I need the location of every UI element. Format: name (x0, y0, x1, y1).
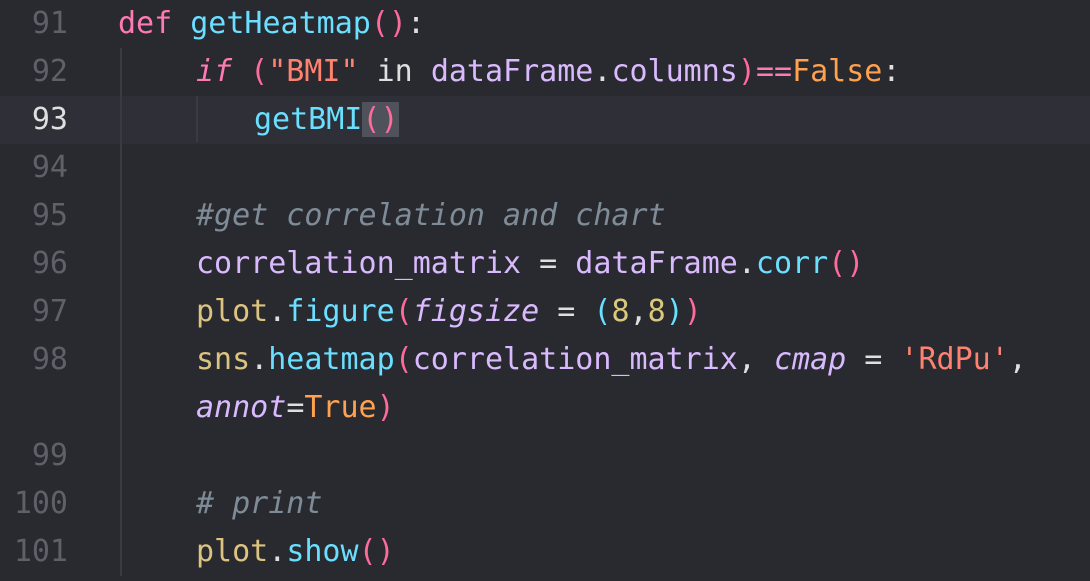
code-line[interactable]: 92 if ("BMI" in dataFrame.columns)==Fals… (0, 48, 1090, 96)
code-line[interactable]: 100 # print (0, 480, 1090, 528)
line-number: 99 (31, 438, 68, 473)
paren-token: ) (737, 54, 756, 89)
identifier-token: columns (611, 54, 738, 89)
wrapped-code-line[interactable]: annot=True) (0, 384, 1090, 432)
paren-token: () (828, 246, 865, 281)
identifier-token: plot (196, 534, 269, 569)
code-text[interactable]: annot=True) (196, 386, 395, 430)
boolean-token: True (304, 390, 377, 425)
code-text[interactable]: # print (196, 482, 322, 526)
identifier-token: correlation_matrix (196, 246, 522, 281)
operator-token: == (755, 54, 793, 89)
code-text[interactable]: #get correlation and chart (196, 194, 666, 238)
code-text[interactable]: def getHeatmap(): (118, 2, 425, 46)
code-text[interactable]: getBMI() (254, 98, 399, 142)
indent-guide (120, 48, 122, 576)
line-number: 97 (31, 294, 68, 329)
parameter-token: cmap (773, 342, 847, 377)
code-line[interactable]: 91 def getHeatmap(): (0, 0, 1090, 48)
function-call-token: figure (286, 294, 395, 329)
matched-paren-token: ) (380, 102, 399, 137)
boolean-token: False (792, 54, 883, 89)
function-call-token: corr (755, 246, 829, 281)
paren-token: ) (683, 294, 702, 329)
paren-token: ( (394, 294, 413, 329)
code-text[interactable]: correlation_matrix = dataFrame.corr() (196, 242, 864, 286)
paren-token: ( (394, 342, 413, 377)
current-code-line[interactable]: 93 getBMI() (0, 96, 1090, 144)
line-number: 94 (31, 150, 68, 185)
paren-token: ) (376, 390, 395, 425)
identifier-token: correlation_matrix (412, 342, 738, 377)
line-number: 96 (31, 246, 68, 281)
paren-token: () (358, 534, 395, 569)
paren-token: ( (593, 294, 612, 329)
comment-token: #get correlation and chart (196, 198, 666, 233)
code-editor[interactable]: 91 def getHeatmap(): 92 if ("BMI" in dat… (0, 0, 1090, 581)
function-call-token: heatmap (268, 342, 395, 377)
line-number: 92 (31, 54, 68, 89)
line-number: 91 (31, 6, 68, 41)
paren-token: ) (665, 294, 684, 329)
indent-guide (196, 96, 198, 142)
function-call-token: getBMI (254, 102, 363, 137)
code-line[interactable]: 97 plot.figure(figsize = (8,8)) (0, 288, 1090, 336)
operator-token: = (286, 390, 305, 425)
identifier-token: dataFrame (430, 54, 594, 89)
code-line[interactable]: 94 (0, 144, 1090, 192)
line-number: 100 (13, 486, 68, 521)
code-line[interactable]: 99 (0, 432, 1090, 480)
number-token: 8 (611, 294, 630, 329)
colon-token: : (407, 6, 426, 41)
parameter-token: figsize (412, 294, 540, 329)
comment-token: # print (196, 486, 323, 521)
identifier-token: dataFrame (575, 246, 738, 281)
code-text[interactable]: sns.heatmap(correlation_matrix, cmap = '… (196, 338, 1027, 382)
line-number: 101 (13, 534, 68, 569)
operator-token: = (846, 342, 901, 377)
paren-token: () (370, 6, 407, 41)
string-token: "BMI" (268, 54, 359, 89)
matched-paren-token: ( (362, 102, 381, 137)
keyword-token: def (118, 6, 173, 41)
code-text[interactable]: plot.show() (196, 530, 395, 574)
code-line[interactable]: 98 sns.heatmap(correlation_matrix, cmap … (0, 336, 1090, 384)
code-line[interactable]: 95 #get correlation and chart (0, 192, 1090, 240)
string-token: 'RdPu' (900, 342, 1009, 377)
code-text[interactable]: if ("BMI" in dataFrame.columns)==False: (196, 50, 900, 94)
parameter-token: annot (196, 390, 287, 425)
keyword-token: if (196, 54, 233, 89)
number-token: 8 (647, 294, 666, 329)
line-number: 93 (31, 102, 68, 137)
line-number: 95 (31, 198, 68, 233)
function-call-token: show (286, 534, 359, 569)
line-number: 98 (31, 342, 68, 377)
operator-token: = (539, 294, 594, 329)
operator-token: = (521, 246, 576, 281)
identifier-token: sns (196, 342, 251, 377)
code-line[interactable]: 96 correlation_matrix = dataFrame.corr() (0, 240, 1090, 288)
code-text[interactable]: plot.figure(figsize = (8,8)) (196, 290, 702, 334)
keyword-token: in (358, 54, 431, 89)
identifier-token: plot (196, 294, 269, 329)
code-line[interactable]: 101 plot.show() (0, 528, 1090, 576)
function-name-token: getHeatmap (190, 6, 371, 41)
